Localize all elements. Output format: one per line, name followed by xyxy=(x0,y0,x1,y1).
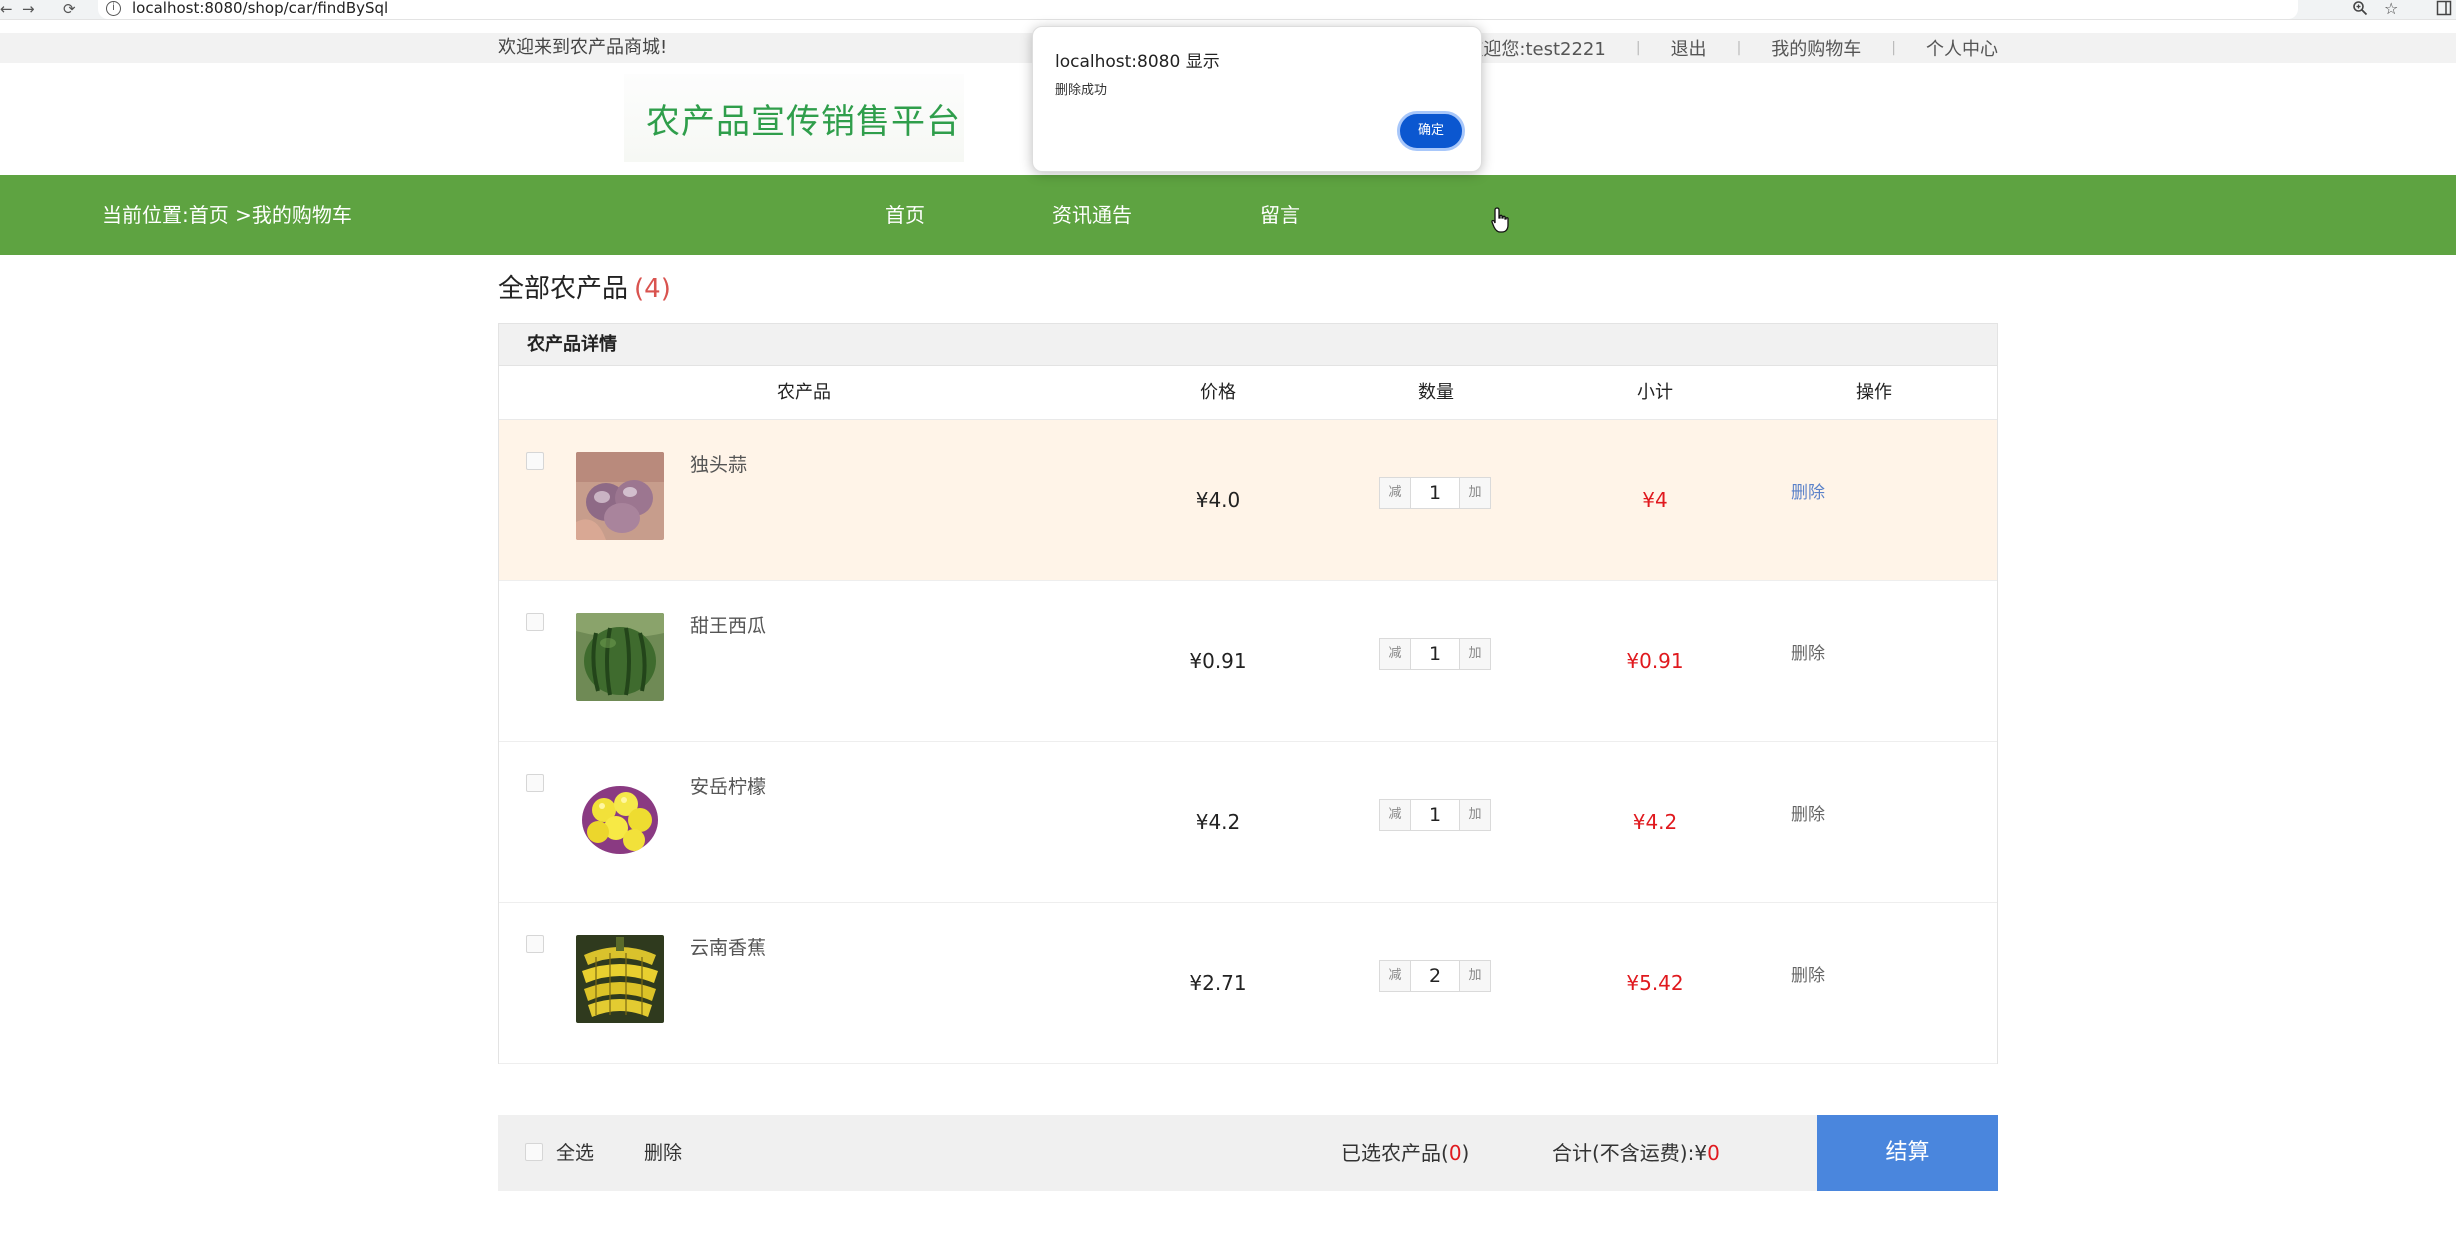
total-value: 0 xyxy=(1707,1141,1720,1165)
cart-table-header: 农产品详情 xyxy=(499,324,1997,366)
product-image-lemon[interactable] xyxy=(576,774,664,862)
url-text[interactable]: localhost:8080/shop/car/findBySql xyxy=(132,0,388,17)
main-nav: 当前位置:首页 >我的购物车 首页 资讯通告 留言 xyxy=(0,175,2456,255)
browser-toolbar: ← → ⟳ i localhost:8080/shop/car/findBySq… xyxy=(0,0,2456,20)
product-name[interactable]: 安岳柠檬 xyxy=(690,772,766,799)
delete-link[interactable]: 删除 xyxy=(1791,478,1825,503)
separator: | xyxy=(1891,40,1896,56)
logout-link[interactable]: 退出 xyxy=(1671,35,1707,61)
product-image-banana[interactable] xyxy=(576,935,664,1023)
total-label: 合计(不含运费):¥ xyxy=(1552,1141,1708,1165)
row-checkbox[interactable] xyxy=(526,935,544,953)
address-bar[interactable]: i localhost:8080/shop/car/findBySql xyxy=(98,0,2298,19)
product-name[interactable]: 独头蒜 xyxy=(690,450,747,477)
my-cart-link[interactable]: 我的购物车 xyxy=(1771,35,1861,61)
cart-table: 农产品详情 农产品 价格 数量 小计 操作 独头蒜 ¥4.0 减 1 加 ¥4 … xyxy=(498,323,1998,1064)
selected-count: 已选农产品(0) xyxy=(1341,1115,1469,1191)
select-all-checkbox[interactable] xyxy=(525,1143,543,1161)
alert-dialog: localhost:8080 显示 删除成功 确定 xyxy=(1032,26,1482,172)
increase-button[interactable]: 加 xyxy=(1459,960,1491,992)
quantity-stepper: 减 1 加 xyxy=(1379,638,1491,670)
forward-icon[interactable]: → xyxy=(22,0,35,18)
quantity-input[interactable]: 1 xyxy=(1411,477,1459,509)
row-checkbox[interactable] xyxy=(526,613,544,631)
breadcrumb: 当前位置:首页 >我的购物车 xyxy=(102,203,352,227)
separator: | xyxy=(1635,40,1641,56)
product-price: ¥0.91 xyxy=(1189,649,1247,673)
hand-cursor-icon xyxy=(1491,207,1509,233)
dialog-title: localhost:8080 显示 xyxy=(1055,52,1220,72)
checkout-button[interactable]: 结算 xyxy=(1817,1115,1998,1191)
increase-button[interactable]: 加 xyxy=(1459,799,1491,831)
table-row: 云南香蕉 ¥2.71 减 2 加 ¥5.42 删除 xyxy=(499,903,1997,1064)
col-subtotal: 小计 xyxy=(1637,382,1673,403)
quantity-stepper: 减 1 加 xyxy=(1379,477,1491,509)
product-name[interactable]: 甜王西瓜 xyxy=(690,611,766,638)
order-total: 合计(不含运费):¥0 xyxy=(1552,1115,1720,1191)
table-row: 安岳柠檬 ¥4.2 减 1 加 ¥4.2 删除 xyxy=(499,742,1997,903)
zoom-icon[interactable] xyxy=(2352,0,2368,19)
cart-section-title: 全部农产品 (4) xyxy=(498,268,671,305)
col-product: 农产品 xyxy=(777,382,831,403)
table-row: 独头蒜 ¥4.0 减 1 加 ¥4 删除 xyxy=(499,420,1997,581)
dialog-message: 删除成功 xyxy=(1055,83,1108,98)
row-subtotal: ¥4.2 xyxy=(1632,810,1678,834)
col-action: 操作 xyxy=(1856,382,1892,403)
table-row: 甜王西瓜 ¥0.91 减 1 加 ¥0.91 删除 xyxy=(499,581,1997,742)
row-subtotal: ¥4 xyxy=(1642,488,1668,512)
section-title-text: 全部农产品 xyxy=(498,274,629,304)
selected-close: ) xyxy=(1461,1141,1470,1165)
back-icon[interactable]: ← xyxy=(0,0,13,18)
quantity-stepper: 减 2 加 xyxy=(1379,960,1491,992)
star-icon[interactable]: ☆ xyxy=(2384,0,2398,17)
col-quantity: 数量 xyxy=(1418,382,1454,403)
decrease-button[interactable]: 减 xyxy=(1379,477,1411,509)
row-checkbox[interactable] xyxy=(526,774,544,792)
delete-link[interactable]: 删除 xyxy=(1791,800,1825,825)
row-subtotal: ¥5.42 xyxy=(1626,971,1684,995)
dialog-ok-button[interactable]: 确定 xyxy=(1397,111,1465,151)
column-headers: 农产品 价格 数量 小计 操作 xyxy=(499,366,1997,420)
select-all-label[interactable]: 全选 xyxy=(556,1115,594,1191)
product-image-garlic[interactable] xyxy=(576,452,664,540)
decrease-button[interactable]: 减 xyxy=(1379,799,1411,831)
selected-label: 已选农产品( xyxy=(1341,1141,1449,1165)
nav-news[interactable]: 资讯通告 xyxy=(1052,175,1132,255)
delete-link[interactable]: 删除 xyxy=(1791,639,1825,664)
page: ← → ⟳ i localhost:8080/shop/car/findBySq… xyxy=(0,0,2456,1244)
side-panel-icon[interactable] xyxy=(2436,0,2452,19)
increase-button[interactable]: 加 xyxy=(1459,638,1491,670)
col-price: 价格 xyxy=(1200,382,1236,403)
product-price: ¥4.0 xyxy=(1195,488,1241,512)
nav-messages[interactable]: 留言 xyxy=(1260,175,1300,255)
selected-count-value: 0 xyxy=(1448,1141,1462,1165)
delete-link[interactable]: 删除 xyxy=(1791,961,1825,986)
product-price: ¥4.2 xyxy=(1195,810,1241,834)
cart-summary-bar: 全选 删除 已选农产品(0) 合计(不含运费):¥0 结算 xyxy=(498,1115,1998,1191)
welcome-text: 欢迎来到农产品商城! xyxy=(498,37,668,58)
quantity-input[interactable]: 1 xyxy=(1411,638,1459,670)
quantity-input[interactable]: 2 xyxy=(1411,960,1459,992)
quantity-input[interactable]: 1 xyxy=(1411,799,1459,831)
separator: | xyxy=(1736,40,1742,56)
decrease-button[interactable]: 减 xyxy=(1379,960,1411,992)
user-greeting: 欢迎您:test2221 xyxy=(1465,39,1606,60)
nav-home[interactable]: 首页 xyxy=(885,175,925,255)
batch-delete-link[interactable]: 删除 xyxy=(644,1115,682,1191)
quantity-stepper: 减 1 加 xyxy=(1379,799,1491,831)
decrease-button[interactable]: 减 xyxy=(1379,638,1411,670)
product-name[interactable]: 云南香蕉 xyxy=(690,933,766,960)
row-checkbox[interactable] xyxy=(526,452,544,470)
product-image-watermelon[interactable] xyxy=(576,613,664,701)
site-info-icon[interactable]: i xyxy=(106,1,121,16)
personal-center-link[interactable]: 个人中心 xyxy=(1926,35,1998,61)
product-price: ¥2.71 xyxy=(1189,971,1247,995)
reload-icon[interactable]: ⟳ xyxy=(63,0,76,18)
product-count: (4) xyxy=(634,274,671,304)
site-logo[interactable]: 农产品宣传销售平台 xyxy=(646,94,961,143)
row-subtotal: ¥0.91 xyxy=(1626,649,1684,673)
increase-button[interactable]: 加 xyxy=(1459,477,1491,509)
user-links: 欢迎您:test2221 | 退出 | 我的购物车 | 个人中心 xyxy=(1465,33,1998,63)
